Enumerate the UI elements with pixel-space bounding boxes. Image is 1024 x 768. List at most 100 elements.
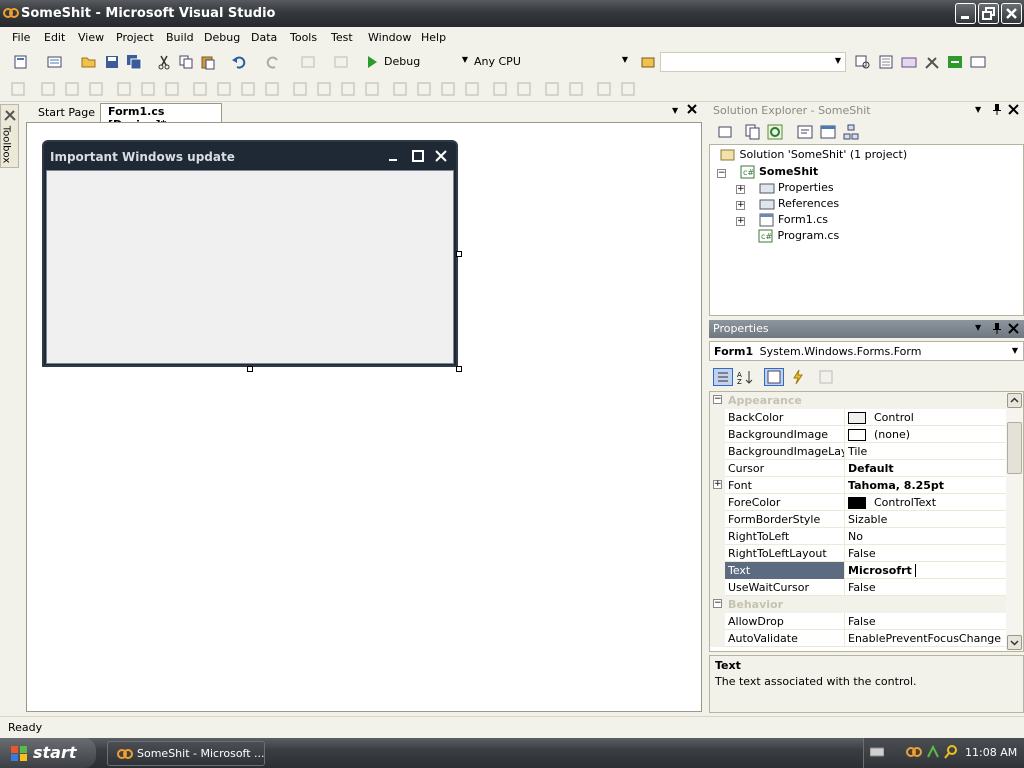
menu-window[interactable]: Window <box>368 31 411 44</box>
property-row-selected[interactable]: Text Microsofrt <box>710 562 1007 579</box>
events-icon[interactable] <box>790 369 806 385</box>
properties-header[interactable]: Properties ▼ <box>709 320 1024 338</box>
property-row[interactable]: RightToLeft No <box>710 528 1007 545</box>
resize-handle-right[interactable] <box>456 251 462 257</box>
cut-icon[interactable] <box>156 54 172 70</box>
network-icon[interactable] <box>926 745 940 759</box>
solution-explorer-icon[interactable] <box>855 54 871 70</box>
tab-form1-design[interactable]: Form1.cs [Design]* <box>100 103 222 131</box>
categorized-icon[interactable] <box>713 368 733 386</box>
property-row[interactable]: FormBorderStyle Sizable <box>710 511 1007 528</box>
chevron-down-icon[interactable]: ▼ <box>975 323 981 332</box>
scroll-thumb[interactable] <box>1007 422 1022 474</box>
properties-window-icon[interactable] <box>878 54 894 70</box>
collapse-icon[interactable]: − <box>717 169 726 178</box>
view-designer-icon[interactable] <box>820 124 836 140</box>
property-row[interactable]: + Font Tahoma, 8.25pt <box>710 477 1007 494</box>
category-appearance[interactable]: − Appearance <box>710 392 1007 409</box>
paste-icon[interactable] <box>200 54 216 70</box>
show-all-files-icon[interactable] <box>745 124 761 140</box>
project-node[interactable]: − c# SomeShit <box>717 165 818 179</box>
alphabetical-icon[interactable]: AZ <box>737 369 753 385</box>
menu-view[interactable]: View <box>78 31 104 44</box>
menu-debug[interactable]: Debug <box>204 31 240 44</box>
scroll-down-button[interactable] <box>1007 635 1022 650</box>
property-row[interactable]: RightToLeftLayout False <box>710 545 1007 562</box>
expand-icon[interactable]: + <box>736 201 745 210</box>
property-row[interactable]: UseWaitCursor False <box>710 579 1007 596</box>
new-project-icon[interactable] <box>13 54 29 70</box>
expand-icon[interactable]: + <box>736 185 745 194</box>
navigate-forward-icon[interactable] <box>333 54 349 70</box>
taskbar-item-visual-studio[interactable]: SomeShit - Microsoft ... <box>107 741 265 766</box>
property-row[interactable]: Cursor Default <box>710 460 1007 477</box>
start-button[interactable]: start <box>0 738 96 768</box>
start-page-icon[interactable] <box>947 54 963 70</box>
toolbox-icon[interactable] <box>924 54 940 70</box>
menu-test[interactable]: Test <box>331 31 353 44</box>
property-pages-icon[interactable] <box>818 369 834 385</box>
restore-button[interactable] <box>978 3 999 24</box>
menu-file[interactable]: File <box>12 31 30 44</box>
window-title-bar[interactable]: SomeShit - Microsoft Visual Studio <box>0 0 1024 27</box>
property-grid-scrollbar[interactable] <box>1006 392 1023 651</box>
toolbox-tab[interactable]: Toolbox <box>0 104 19 168</box>
tree-item-program[interactable]: c# Program.cs <box>758 229 839 243</box>
find-in-files-icon[interactable] <box>640 54 656 70</box>
resize-handle-corner[interactable] <box>456 366 462 372</box>
copy-icon[interactable] <box>178 54 194 70</box>
resize-handle-bottom[interactable] <box>247 366 253 372</box>
property-row[interactable]: ForeColor ControlText <box>710 494 1007 511</box>
object-selector[interactable]: Form1 System.Windows.Forms.Form ▼ <box>709 341 1024 361</box>
menu-build[interactable]: Build <box>166 31 194 44</box>
start-debugging-icon[interactable] <box>364 54 380 70</box>
solution-explorer-header[interactable]: Solution Explorer - SomeShit ▼ <box>709 102 1024 119</box>
view-code-icon[interactable] <box>797 124 813 140</box>
solution-configuration-dropdown[interactable]: Debug ▼ <box>380 52 472 72</box>
collapse-icon[interactable]: − <box>713 395 722 404</box>
form-client-area[interactable] <box>46 170 454 364</box>
solution-node[interactable]: Solution 'SomeShit' (1 project) <box>720 148 907 162</box>
property-row[interactable]: AllowDrop False <box>710 613 1007 630</box>
close-panel-button[interactable] <box>1008 104 1019 115</box>
save-all-icon[interactable] <box>126 54 142 70</box>
tray-app-icon[interactable] <box>906 746 922 758</box>
menu-help[interactable]: Help <box>421 31 446 44</box>
property-row[interactable]: BackgroundImageLayoutTile <box>710 443 1007 460</box>
expand-icon[interactable]: + <box>713 480 722 489</box>
properties-view-icon[interactable] <box>764 368 784 386</box>
clock[interactable]: 11:08 AM <box>965 746 1017 759</box>
menu-project[interactable]: Project <box>116 31 154 44</box>
tree-item-properties[interactable]: + Properties <box>736 181 834 195</box>
class-diagram-icon[interactable] <box>843 124 859 140</box>
redo-icon[interactable] <box>265 54 281 70</box>
close-document-button[interactable] <box>686 103 698 115</box>
property-row[interactable]: BackColor Control <box>710 409 1007 426</box>
tab-start-page[interactable]: Start Page <box>38 106 100 122</box>
property-row[interactable]: BackgroundImage (none) <box>710 426 1007 443</box>
close-window-button[interactable] <box>1001 3 1022 24</box>
save-icon[interactable] <box>104 54 120 70</box>
expand-icon[interactable]: + <box>736 217 745 226</box>
command-window-icon[interactable] <box>970 54 986 70</box>
solution-platform-dropdown[interactable]: Any CPU ▼ <box>470 52 632 72</box>
menu-edit[interactable]: Edit <box>44 31 65 44</box>
property-row[interactable]: AutoValidate EnablePreventFocusChange <box>710 630 1007 647</box>
find-combo[interactable]: ▼ <box>660 52 846 72</box>
minimize-button[interactable] <box>955 3 976 24</box>
chevron-down-icon[interactable]: ▼ <box>975 105 981 114</box>
navigate-backward-icon[interactable] <box>300 54 316 70</box>
keyboard-icon[interactable] <box>870 747 884 757</box>
add-item-icon[interactable] <box>47 54 63 70</box>
close-panel-button[interactable] <box>1008 323 1019 334</box>
menu-data[interactable]: Data <box>251 31 277 44</box>
tab-list-chevron-icon[interactable]: ▼ <box>672 106 678 115</box>
open-folder-icon[interactable] <box>81 54 97 70</box>
tree-item-form1[interactable]: + Form1.cs <box>736 213 828 227</box>
tree-item-references[interactable]: + References <box>736 197 839 211</box>
scroll-up-button[interactable] <box>1007 393 1022 408</box>
pin-icon[interactable] <box>992 102 1002 116</box>
menu-tools[interactable]: Tools <box>290 31 317 44</box>
category-behavior[interactable]: − Behavior <box>710 596 1007 613</box>
collapse-icon[interactable]: − <box>713 599 722 608</box>
